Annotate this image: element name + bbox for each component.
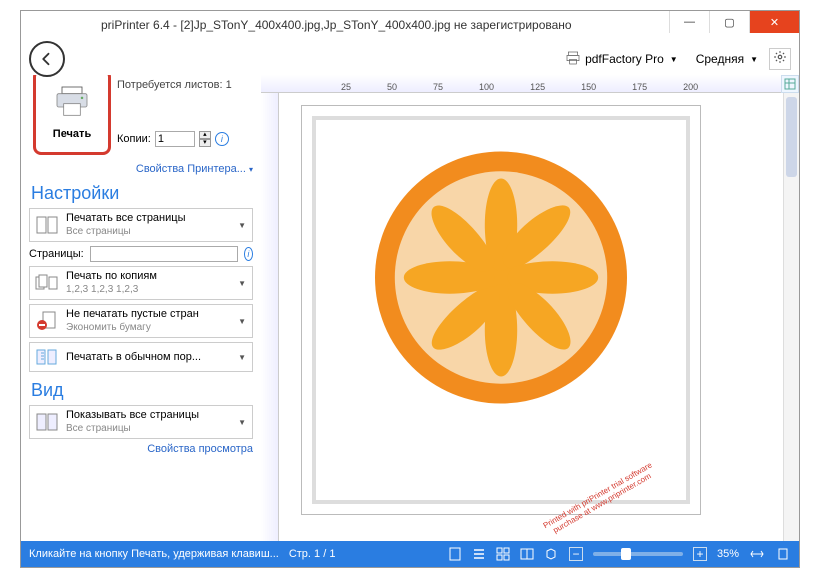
option-show-all-pages[interactable]: Показывать все страницыВсе страницы ▼ [29, 405, 253, 439]
status-bar: Кликайте на кнопку Печать, удерживая кла… [21, 541, 799, 567]
zoom-value: 35% [717, 548, 739, 560]
settings-header: Настройки [31, 183, 253, 204]
chevron-down-icon: ▼ [670, 55, 678, 64]
preview-area: 255075100125150175200 [261, 75, 799, 543]
printer-icon [52, 85, 92, 124]
show-pages-icon [34, 411, 60, 433]
zoom-out-button[interactable]: − [569, 547, 583, 561]
vertical-scrollbar[interactable] [783, 93, 799, 543]
order-icon [34, 346, 60, 368]
quality-selector[interactable]: Средняя ▼ [689, 49, 765, 69]
option-normal-order[interactable]: Печатать в обычном пор... ▼ [29, 342, 253, 372]
view-mode-list-icon[interactable] [471, 546, 487, 562]
chevron-down-icon: ▼ [238, 279, 246, 288]
zoom-slider[interactable] [593, 552, 683, 556]
printer-name: pdfFactory Pro [585, 52, 664, 66]
view-mode-page-icon[interactable] [447, 546, 463, 562]
printer-icon [565, 50, 581, 69]
orange-image [366, 142, 636, 417]
copies-label: Копии: [117, 133, 151, 145]
view-properties-link[interactable]: Свойства просмотра [29, 443, 253, 455]
copies-down-button[interactable]: ▾ [199, 139, 211, 147]
no-empty-icon [34, 310, 60, 332]
option-skip-empty[interactable]: Не печатать пустые странЭкономить бумагу… [29, 304, 253, 338]
info-icon[interactable]: i [244, 247, 253, 261]
option-print-all-pages[interactable]: Печатать все страницыВсе страницы ▼ [29, 208, 253, 242]
copies-up-button[interactable]: ▴ [199, 131, 211, 139]
copies-input[interactable] [155, 131, 195, 147]
ruler-toggle-button[interactable] [781, 75, 799, 93]
chevron-down-icon: ▼ [238, 221, 246, 230]
gear-icon [773, 50, 787, 69]
back-button[interactable] [29, 41, 65, 77]
option-collate[interactable]: Печать по копиям1,2,3 1,2,3 1,2,3 ▼ [29, 266, 253, 300]
pages-label: Страницы: [29, 248, 84, 260]
view-header: Вид [31, 380, 253, 401]
settings-button[interactable] [769, 48, 791, 70]
view-mode-grid-icon[interactable] [495, 546, 511, 562]
printer-selector[interactable]: pdfFactory Pro ▼ [558, 47, 685, 72]
collate-icon [34, 272, 60, 294]
chevron-down-icon: ▼ [238, 418, 246, 427]
printer-properties-link[interactable]: Свойства Принтера... ▾ [29, 163, 253, 175]
maximize-button[interactable]: ▢ [709, 11, 749, 33]
view-mode-3d-icon[interactable] [543, 546, 559, 562]
watermark: Printed with priPrinter trial software p… [542, 460, 658, 538]
view-mode-book-icon[interactable] [519, 546, 535, 562]
chevron-down-icon: ▼ [750, 55, 758, 64]
close-button[interactable]: ✕ [749, 11, 799, 33]
page-indicator: Стр. 1 / 1 [289, 548, 336, 560]
page-preview[interactable]: Printed with priPrinter trial software p… [301, 105, 701, 515]
chevron-down-icon: ▼ [238, 317, 246, 326]
quality-label: Средняя [696, 52, 744, 66]
fit-width-icon[interactable] [749, 546, 765, 562]
pages-input[interactable] [90, 246, 238, 262]
vertical-ruler [261, 93, 279, 543]
chevron-down-icon: ▼ [238, 353, 246, 362]
window-title: priPrinter 6.4 - [2]Jp_STonY_400x400.jpg… [101, 18, 572, 32]
pages-icon [34, 214, 60, 236]
info-icon[interactable]: i [215, 132, 229, 146]
print-button[interactable]: Печать [33, 75, 111, 155]
zoom-in-button[interactable]: + [693, 547, 707, 561]
fit-page-icon[interactable] [775, 546, 791, 562]
status-message: Кликайте на кнопку Печать, удерживая кла… [29, 548, 279, 560]
print-button-label: Печать [53, 128, 91, 140]
sheets-required-label: Потребуется листов: 1 [117, 79, 253, 91]
minimize-button[interactable]: — [669, 11, 709, 33]
horizontal-ruler: 255075100125150175200 [261, 75, 799, 93]
